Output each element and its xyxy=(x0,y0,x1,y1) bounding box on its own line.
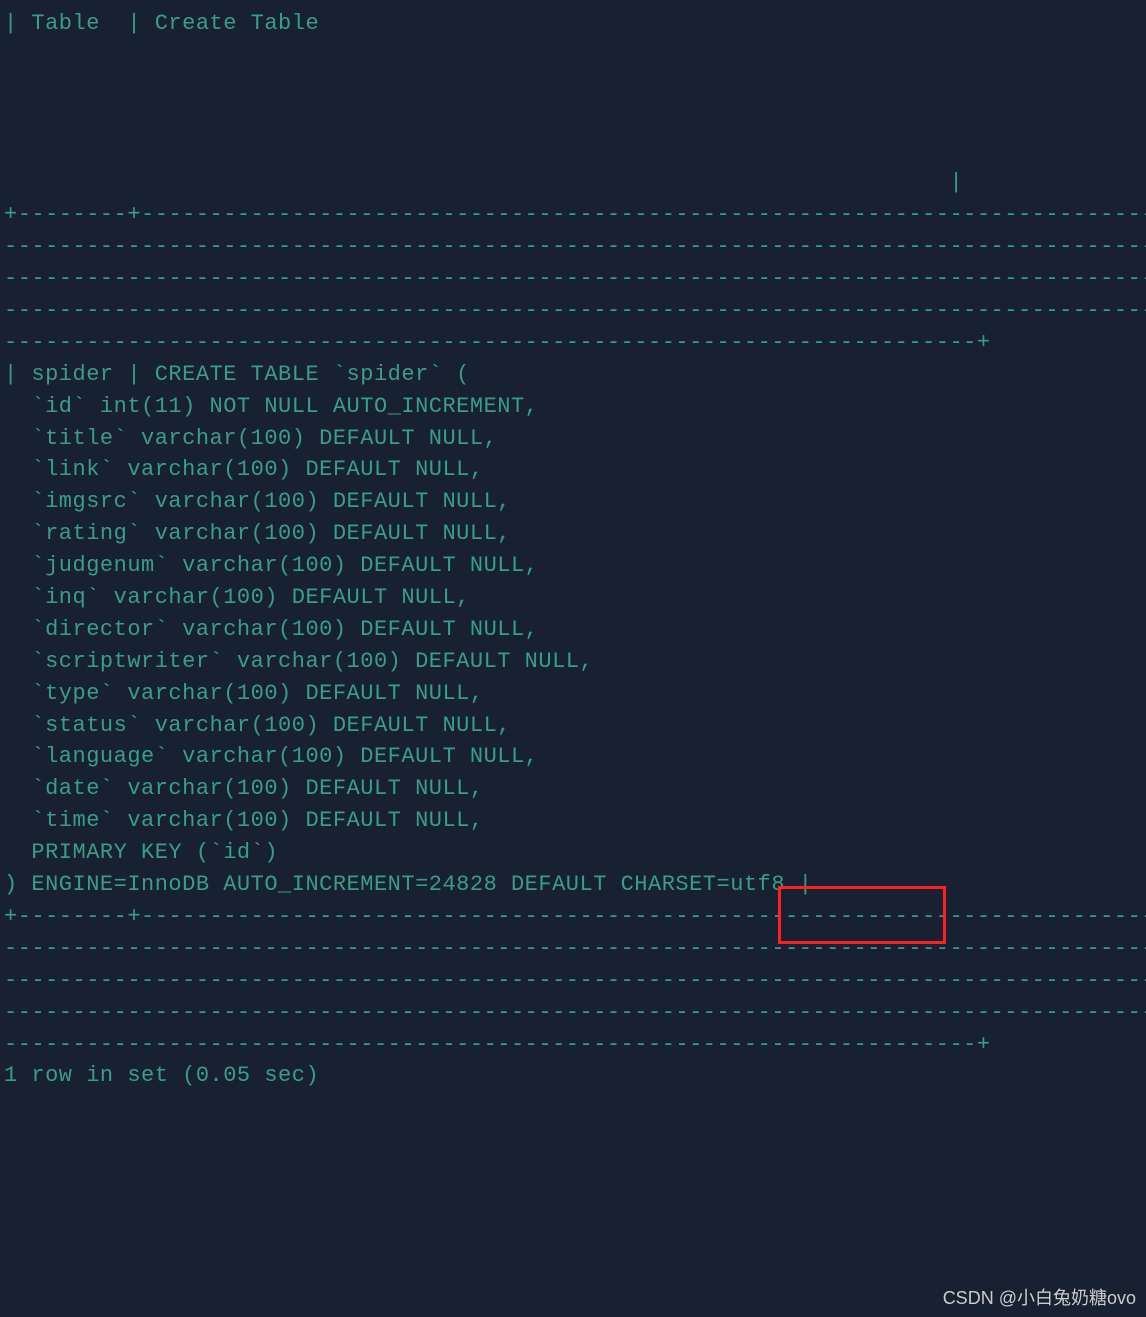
column-def: `id` int(11) NOT NULL AUTO_INCREMENT, xyxy=(4,394,538,419)
footer-separator-line: ----------------------------------------… xyxy=(4,968,1146,993)
separator-line: +--------+------------------------------… xyxy=(4,202,1146,227)
column-def: `inq` varchar(100) DEFAULT NULL, xyxy=(4,585,470,610)
column-def: `link` varchar(100) DEFAULT NULL, xyxy=(4,457,484,482)
separator-line: ----------------------------------------… xyxy=(4,330,991,355)
separator-line: ----------------------------------------… xyxy=(4,234,1146,259)
header-pipe: | xyxy=(4,170,963,195)
header-line: | Table | Create Table xyxy=(4,11,319,36)
column-def: `title` varchar(100) DEFAULT NULL, xyxy=(4,426,497,451)
column-def: `imgsrc` varchar(100) DEFAULT NULL, xyxy=(4,489,511,514)
column-def: `status` varchar(100) DEFAULT NULL, xyxy=(4,713,511,738)
column-def: `rating` varchar(100) DEFAULT NULL, xyxy=(4,521,511,546)
column-def: `time` varchar(100) DEFAULT NULL, xyxy=(4,808,484,833)
column-def: `scriptwriter` varchar(100) DEFAULT NULL… xyxy=(4,649,593,674)
terminal-output: | Table | Create Table | +--------+-----… xyxy=(4,8,1142,1092)
column-def: PRIMARY KEY (`id`) xyxy=(4,840,278,865)
table-row-start: | spider | CREATE TABLE `spider` ( xyxy=(4,362,470,387)
footer-separator-line: +--------+------------------------------… xyxy=(4,904,1146,929)
column-def: `language` varchar(100) DEFAULT NULL, xyxy=(4,744,538,769)
separator-line: ----------------------------------------… xyxy=(4,266,1146,291)
table-row-end: ) ENGINE=InnoDB AUTO_INCREMENT=24828 DEF… xyxy=(4,872,812,897)
column-def: `director` varchar(100) DEFAULT NULL, xyxy=(4,617,538,642)
separator-line: ----------------------------------------… xyxy=(4,298,1146,323)
footer-separator-line: ----------------------------------------… xyxy=(4,1032,991,1057)
column-def: `judgenum` varchar(100) DEFAULT NULL, xyxy=(4,553,538,578)
column-def: `date` varchar(100) DEFAULT NULL, xyxy=(4,776,484,801)
result-line: 1 row in set (0.05 sec) xyxy=(4,1063,319,1088)
watermark-text: CSDN @小白兔奶糖ovo xyxy=(943,1285,1136,1311)
footer-separator-line: ----------------------------------------… xyxy=(4,936,1146,961)
column-def: `type` varchar(100) DEFAULT NULL, xyxy=(4,681,484,706)
footer-separator-line: ----------------------------------------… xyxy=(4,1000,1146,1025)
